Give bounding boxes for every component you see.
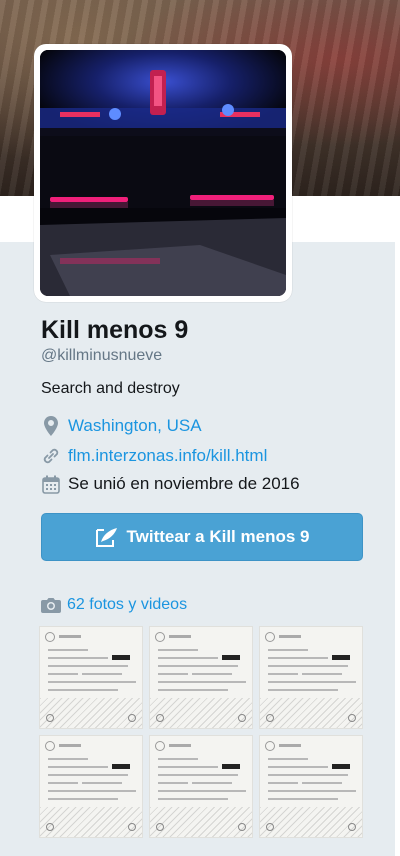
photos-videos-link[interactable]: 62 fotos y videos bbox=[41, 596, 187, 614]
calendar-icon bbox=[41, 474, 61, 494]
location-link[interactable]: Washington, USA bbox=[68, 416, 202, 436]
profile-avatar[interactable] bbox=[34, 44, 292, 302]
photo-thumbnail[interactable] bbox=[149, 735, 253, 838]
tweet-to-button[interactable]: Twittear a Kill menos 9 bbox=[41, 513, 363, 561]
photo-thumbnail[interactable] bbox=[259, 735, 363, 838]
link-icon bbox=[41, 446, 61, 466]
photo-thumbnail[interactable] bbox=[39, 735, 143, 838]
avatar-image bbox=[40, 50, 286, 296]
profile-url: flm.interzonas.info/kill.html bbox=[41, 446, 267, 466]
join-date-text: Se unió en noviembre de 2016 bbox=[68, 474, 300, 493]
location-pin-icon bbox=[41, 416, 61, 436]
tweet-to-label: Twittear a Kill menos 9 bbox=[126, 527, 310, 546]
photo-thumbnail[interactable] bbox=[39, 626, 143, 729]
compose-tweet-icon bbox=[95, 526, 119, 548]
website-link[interactable]: flm.interzonas.info/kill.html bbox=[68, 446, 267, 466]
profile-join-date: Se unió en noviembre de 2016 bbox=[41, 474, 300, 494]
profile-name[interactable]: Kill menos 9 bbox=[41, 316, 188, 345]
photo-thumbnail[interactable] bbox=[149, 626, 253, 729]
photo-thumbnail[interactable] bbox=[259, 626, 363, 729]
photos-count-label: 62 fotos y videos bbox=[67, 596, 188, 613]
profile-location: Washington, USA bbox=[41, 416, 202, 436]
profile-handle[interactable]: @killminusnueve bbox=[41, 347, 162, 365]
side-column-edge bbox=[395, 238, 400, 856]
camera-icon bbox=[41, 597, 61, 613]
profile-bio: Search and destroy bbox=[41, 380, 180, 397]
